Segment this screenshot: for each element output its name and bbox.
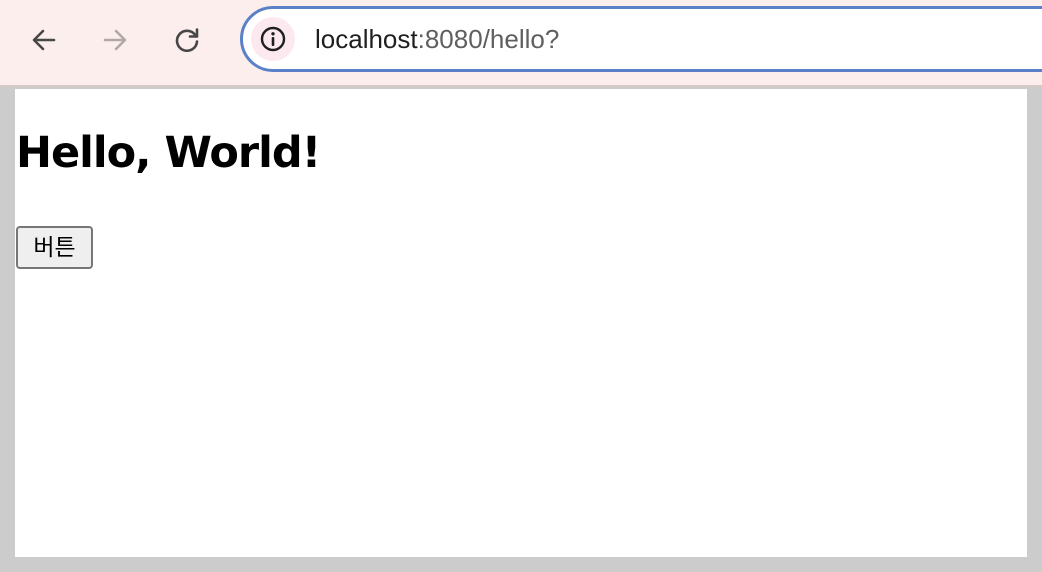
page-viewport: Hello, World! 버튼 xyxy=(15,89,1027,557)
arrow-right-icon xyxy=(103,29,127,51)
info-circle-icon xyxy=(260,26,286,52)
address-bar[interactable]: localhost:8080/hello? xyxy=(240,6,1042,72)
url-host: localhost xyxy=(315,24,418,54)
reload-icon xyxy=(175,28,199,53)
site-info-button[interactable] xyxy=(251,17,295,61)
browser-toolbar: localhost:8080/hello? xyxy=(0,0,1042,87)
url-path: :8080/hello? xyxy=(417,24,560,54)
reload-button[interactable] xyxy=(169,22,205,58)
back-button[interactable] xyxy=(26,22,62,58)
url-text[interactable]: localhost:8080/hello? xyxy=(315,23,559,55)
arrow-left-icon xyxy=(32,29,56,51)
page-heading: Hello, World! xyxy=(16,128,321,178)
forward-button[interactable] xyxy=(97,22,133,58)
page-button[interactable]: 버튼 xyxy=(16,226,93,269)
